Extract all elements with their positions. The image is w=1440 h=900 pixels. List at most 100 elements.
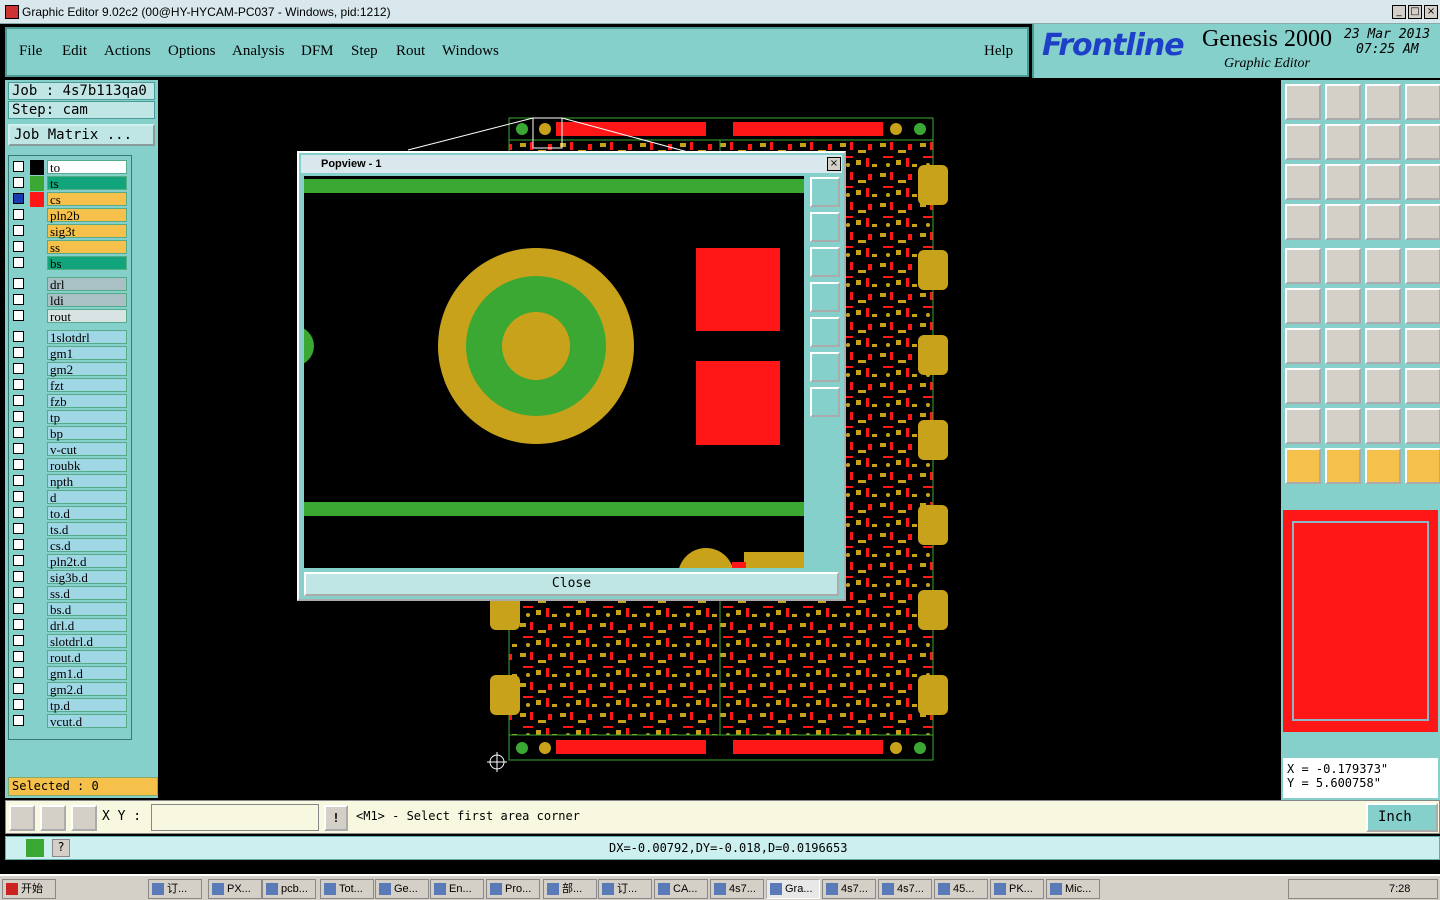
layer-checkbox[interactable] bbox=[13, 426, 24, 438]
layer-row-v-cut[interactable]: v-cut bbox=[11, 441, 131, 457]
layer-checkbox[interactable] bbox=[13, 277, 24, 289]
layer-row-fzt[interactable]: fzt bbox=[11, 377, 131, 393]
layer-checkbox[interactable] bbox=[13, 394, 24, 406]
layer-row-roubk[interactable]: roubk bbox=[11, 457, 131, 473]
layer-name[interactable]: drl bbox=[47, 276, 127, 291]
layer-row-ts[interactable]: ts bbox=[11, 176, 131, 191]
job-matrix-button[interactable]: Job Matrix ... bbox=[8, 124, 155, 146]
layer-checkbox[interactable] bbox=[13, 634, 24, 646]
draw-outline-icon[interactable] bbox=[1325, 408, 1361, 444]
layer-name[interactable]: ts.d bbox=[47, 521, 127, 536]
snap-icon[interactable] bbox=[9, 805, 35, 831]
layer-row-rout.d[interactable]: rout.d bbox=[11, 649, 131, 665]
layer-row-gm1.d[interactable]: gm1.d bbox=[11, 665, 131, 681]
minimize-button[interactable]: _ bbox=[1392, 5, 1406, 19]
layer-row-bs[interactable]: bs bbox=[11, 256, 131, 271]
taskbar-item[interactable]: 订... bbox=[598, 879, 652, 899]
layer-checkbox[interactable] bbox=[13, 586, 24, 598]
layer-row-to[interactable]: to bbox=[11, 160, 131, 175]
layer-row-tp.d[interactable]: tp.d bbox=[11, 697, 131, 713]
board-overview-map[interactable] bbox=[1283, 510, 1438, 732]
copy-icon[interactable] bbox=[1285, 368, 1321, 404]
pan-left-icon[interactable] bbox=[1285, 124, 1321, 160]
layer-name[interactable]: vcut.d bbox=[47, 713, 127, 728]
menu-windows[interactable]: Windows bbox=[442, 43, 499, 60]
popview-close-icon[interactable]: × bbox=[827, 157, 841, 171]
popview-pan-left-button[interactable] bbox=[810, 282, 840, 312]
taskbar-item[interactable]: CA... bbox=[654, 879, 708, 899]
layer-name[interactable]: cs.d bbox=[47, 537, 127, 552]
select-polygon-icon[interactable] bbox=[1365, 448, 1401, 484]
taskbar-item[interactable]: 4s7... bbox=[878, 879, 932, 899]
layer-checkbox[interactable] bbox=[13, 458, 24, 470]
menu-dfm[interactable]: DFM bbox=[301, 43, 334, 60]
layer-checkbox[interactable] bbox=[13, 554, 24, 566]
zoom-all-icon[interactable] bbox=[1365, 84, 1401, 120]
mirror-icon[interactable] bbox=[1405, 328, 1440, 364]
layer-checkbox[interactable] bbox=[13, 309, 24, 321]
layer-checkbox[interactable] bbox=[13, 293, 24, 305]
layer-name[interactable]: sig3b.d bbox=[47, 569, 127, 584]
taskbar-item[interactable]: Pro... bbox=[486, 879, 540, 899]
popview-close-button[interactable]: Close bbox=[304, 572, 839, 596]
layer-name[interactable]: gm1 bbox=[47, 345, 127, 360]
draw-surface-icon[interactable] bbox=[1405, 408, 1440, 444]
select-icon[interactable] bbox=[1285, 448, 1321, 484]
taskbar-item[interactable]: Gra... bbox=[766, 879, 820, 899]
layer-checkbox[interactable] bbox=[13, 602, 24, 614]
select-net-icon[interactable] bbox=[1405, 448, 1440, 484]
layer-row-ts.d[interactable]: ts.d bbox=[11, 521, 131, 537]
fit-screen-icon[interactable] bbox=[1285, 164, 1321, 200]
layer-row-pln2b[interactable]: pln2b bbox=[11, 208, 131, 223]
layer-name[interactable]: pln2t.d bbox=[47, 553, 127, 568]
layer-row-pln2t.d[interactable]: pln2t.d bbox=[11, 553, 131, 569]
snap-icon[interactable] bbox=[1325, 204, 1361, 240]
taskbar-item[interactable]: Mic... bbox=[1046, 879, 1100, 899]
layer-row-gm2.d[interactable]: gm2.d bbox=[11, 681, 131, 697]
draw-fill-icon[interactable] bbox=[1365, 408, 1401, 444]
menu-analysis[interactable]: Analysis bbox=[232, 43, 285, 60]
layer-name[interactable]: 1slotdrl bbox=[47, 329, 127, 344]
taskbar-item[interactable]: 4s7... bbox=[822, 879, 876, 899]
layer-row-vcut.d[interactable]: vcut.d bbox=[11, 713, 131, 729]
layer-checkbox[interactable] bbox=[13, 490, 24, 502]
taskbar-item[interactable]: 订... bbox=[148, 879, 202, 899]
xy-input[interactable] bbox=[151, 804, 319, 831]
layer-checkbox[interactable] bbox=[13, 241, 24, 252]
layer-name[interactable]: tp.d bbox=[47, 697, 127, 712]
maximize-button[interactable]: □ bbox=[1408, 5, 1422, 19]
layer-name[interactable]: cs bbox=[47, 192, 127, 207]
move-icon[interactable] bbox=[1325, 368, 1361, 404]
query-icon[interactable] bbox=[1405, 164, 1440, 200]
layer-checkbox[interactable] bbox=[13, 225, 24, 236]
drc-icon[interactable] bbox=[1285, 204, 1321, 240]
layer-checkbox[interactable] bbox=[13, 362, 24, 374]
grid-icon[interactable] bbox=[71, 805, 97, 831]
layer-name[interactable]: to bbox=[47, 160, 127, 175]
redraw-icon[interactable] bbox=[1405, 124, 1440, 160]
layer-row-cs[interactable]: cs bbox=[11, 192, 131, 207]
netlist-icon[interactable] bbox=[1365, 204, 1401, 240]
layer-checkbox[interactable] bbox=[13, 209, 24, 220]
layer-checkbox[interactable] bbox=[13, 410, 24, 422]
layer-checkbox[interactable] bbox=[13, 506, 24, 518]
layer-row-tp[interactable]: tp bbox=[11, 409, 131, 425]
edit-arc-icon[interactable] bbox=[1325, 328, 1361, 364]
units-selector[interactable]: Inch bbox=[1366, 803, 1438, 832]
popview-pan-down-button[interactable] bbox=[810, 247, 840, 277]
layer-checkbox[interactable] bbox=[13, 714, 24, 726]
layer-checkbox[interactable] bbox=[13, 378, 24, 390]
layer-row-sig3b.d[interactable]: sig3b.d bbox=[11, 569, 131, 585]
layer-checkbox[interactable] bbox=[13, 330, 24, 342]
layer-checkbox[interactable] bbox=[13, 570, 24, 582]
layer-checkbox[interactable] bbox=[13, 666, 24, 678]
layer-row-gm2[interactable]: gm2 bbox=[11, 361, 131, 377]
layer-checkbox[interactable] bbox=[13, 618, 24, 630]
layer-row-ss.d[interactable]: ss.d bbox=[11, 585, 131, 601]
menu-file[interactable]: File bbox=[19, 43, 42, 60]
popview-pan-right-button[interactable] bbox=[810, 317, 840, 347]
layer-checkbox[interactable] bbox=[13, 650, 24, 662]
menu-rout[interactable]: Rout bbox=[396, 43, 425, 60]
menu-actions[interactable]: Actions bbox=[104, 43, 151, 60]
drop-icon[interactable] bbox=[1285, 408, 1321, 444]
